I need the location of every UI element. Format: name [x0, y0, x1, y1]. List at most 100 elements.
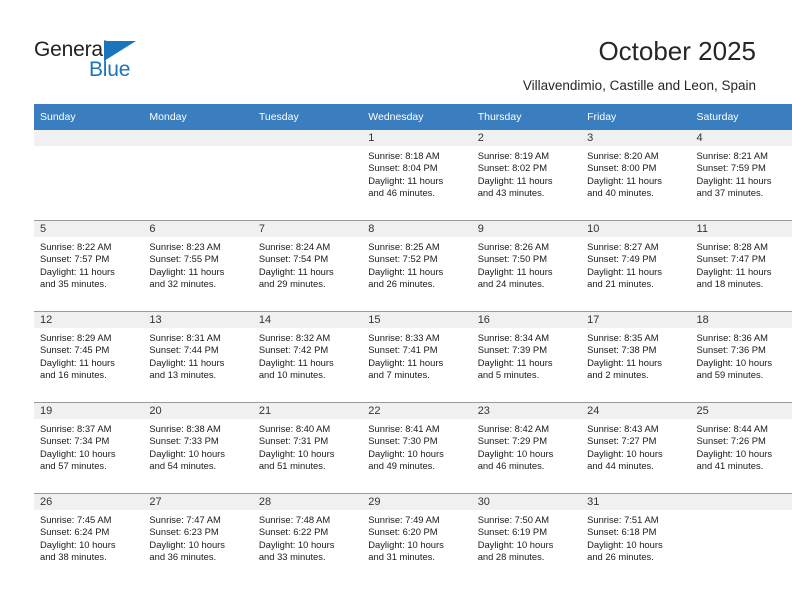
sunrise-text: Sunrise: 8:22 AM: [40, 241, 112, 252]
day-cell[interactable]: 9 Sunrise: 8:26 AM Sunset: 7:50 PM Dayli…: [471, 220, 582, 312]
day-details: Sunrise: 8:40 AM Sunset: 7:31 PM Dayligh…: [253, 419, 362, 473]
daylight-text-line2: and 37 minutes.: [696, 187, 764, 199]
page-title: October 2025: [598, 36, 756, 66]
sunset-text: Sunset: 7:54 PM: [258, 253, 329, 265]
sunrise-text: Sunrise: 8:29 AM: [40, 332, 112, 343]
daylight-text-line2: and 36 minutes.: [149, 551, 217, 563]
sunrise-text: Sunrise: 8:42 AM: [477, 423, 550, 434]
day-details: Sunrise: 8:18 AM Sunset: 8:04 PM Dayligh…: [362, 146, 471, 200]
daylight-text-line1: Daylight: 11 hours: [368, 265, 444, 277]
day-cell[interactable]: 27 Sunrise: 7:47 AM Sunset: 6:23 PM Dayl…: [143, 493, 253, 584]
sunrise-text: Sunrise: 8:19 AM: [477, 150, 550, 161]
day-cell[interactable]: 17 Sunrise: 8:35 AM Sunset: 7:38 PM Dayl…: [581, 311, 691, 403]
day-cell[interactable]: 31 Sunrise: 7:51 AM Sunset: 6:18 PM Dayl…: [581, 493, 691, 584]
daylight-text-line1: Daylight: 11 hours: [368, 356, 444, 368]
daylight-text-line2: and 7 minutes.: [368, 369, 430, 381]
sunrise-text: Sunrise: 8:28 AM: [696, 241, 768, 252]
sunset-text: Sunset: 7:44 PM: [149, 344, 219, 356]
sunset-text: Sunset: 7:57 PM: [40, 253, 110, 265]
day-cell[interactable]: 13 Sunrise: 8:31 AM Sunset: 7:44 PM Dayl…: [143, 311, 253, 403]
sunset-text: Sunset: 6:24 PM: [40, 526, 110, 538]
day-cell[interactable]: 2 Sunrise: 8:19 AM Sunset: 8:02 PM Dayli…: [471, 130, 582, 221]
daylight-text-line2: and 21 minutes.: [587, 278, 654, 290]
weekday-header-friday: Friday: [581, 104, 691, 130]
sunrise-text: Sunrise: 8:38 AM: [149, 423, 221, 434]
sunrise-text: Sunrise: 8:37 AM: [40, 423, 112, 434]
day-number: 30: [471, 494, 582, 510]
day-cell[interactable]: 4 Sunrise: 8:21 AM Sunset: 7:59 PM Dayli…: [690, 130, 792, 221]
daylight-text-line1: Daylight: 11 hours: [258, 356, 334, 368]
day-details: Sunrise: 8:28 AM Sunset: 7:47 PM Dayligh…: [691, 237, 792, 291]
day-cell[interactable]: 22 Sunrise: 8:41 AM Sunset: 7:30 PM Dayl…: [362, 402, 472, 494]
day-cell[interactable]: 18 Sunrise: 8:36 AM Sunset: 7:36 PM Dayl…: [690, 311, 792, 403]
day-cell[interactable]: 12 Sunrise: 8:29 AM Sunset: 7:45 PM Dayl…: [34, 311, 144, 403]
daylight-text-line1: Daylight: 10 hours: [149, 447, 225, 459]
day-cell[interactable]: 26 Sunrise: 7:45 AM Sunset: 6:24 PM Dayl…: [34, 493, 144, 584]
weekday-header-tuesday: Tuesday: [252, 104, 363, 130]
daylight-text-line1: Daylight: 11 hours: [368, 174, 444, 186]
week-row: 5 Sunrise: 8:22 AM Sunset: 7:57 PM Dayli…: [34, 220, 792, 312]
sunset-text: Sunset: 6:18 PM: [587, 526, 657, 538]
calendar-table: Sunday Monday Tuesday Wednesday Thursday…: [34, 104, 792, 584]
day-cell[interactable]: 23 Sunrise: 8:42 AM Sunset: 7:29 PM Dayl…: [471, 402, 582, 494]
day-cell[interactable]: 14 Sunrise: 8:32 AM Sunset: 7:42 PM Dayl…: [252, 311, 363, 403]
day-number: [690, 494, 792, 510]
day-cell[interactable]: 10 Sunrise: 8:27 AM Sunset: 7:49 PM Dayl…: [581, 220, 691, 312]
day-cell[interactable]: 8 Sunrise: 8:25 AM Sunset: 7:52 PM Dayli…: [362, 220, 472, 312]
week-row: 12 Sunrise: 8:29 AM Sunset: 7:45 PM Dayl…: [34, 311, 792, 403]
day-details: Sunrise: 8:37 AM Sunset: 7:34 PM Dayligh…: [34, 419, 143, 473]
calendar-page: General Blue October 2025 Villavendimio,…: [0, 0, 792, 612]
day-details: Sunrise: 8:34 AM Sunset: 7:39 PM Dayligh…: [472, 328, 581, 382]
sunrise-text: Sunrise: 7:47 AM: [149, 514, 221, 525]
day-number: 7: [252, 221, 363, 237]
sunrise-text: Sunrise: 7:45 AM: [40, 514, 112, 525]
day-cell-empty: [143, 130, 253, 221]
day-cell[interactable]: 15 Sunrise: 8:33 AM Sunset: 7:41 PM Dayl…: [362, 311, 472, 403]
page-subtitle: Villavendimio, Castille and Leon, Spain: [522, 78, 756, 93]
day-cell[interactable]: 3 Sunrise: 8:20 AM Sunset: 8:00 PM Dayli…: [581, 130, 691, 221]
day-cell[interactable]: 11 Sunrise: 8:28 AM Sunset: 7:47 PM Dayl…: [690, 220, 792, 312]
day-number: 13: [143, 312, 253, 328]
day-cell[interactable]: 28 Sunrise: 7:48 AM Sunset: 6:22 PM Dayl…: [252, 493, 363, 584]
day-cell[interactable]: 5 Sunrise: 8:22 AM Sunset: 7:57 PM Dayli…: [34, 220, 144, 312]
weekday-header-saturday: Saturday: [690, 104, 792, 130]
day-cell[interactable]: 29 Sunrise: 7:49 AM Sunset: 6:20 PM Dayl…: [362, 493, 472, 584]
general-blue-logo[interactable]: General Blue: [34, 38, 164, 84]
sunset-text: Sunset: 7:33 PM: [149, 435, 219, 447]
day-details: Sunrise: 8:41 AM Sunset: 7:30 PM Dayligh…: [362, 419, 471, 473]
daylight-text-line1: Daylight: 11 hours: [477, 356, 553, 368]
daylight-text-line1: Daylight: 10 hours: [40, 538, 116, 550]
daylight-text-line1: Daylight: 11 hours: [40, 356, 115, 368]
day-details: Sunrise: 8:20 AM Sunset: 8:00 PM Dayligh…: [581, 146, 690, 200]
daylight-text-line1: Daylight: 10 hours: [696, 447, 773, 459]
sunrise-text: Sunrise: 8:41 AM: [368, 423, 440, 434]
day-cell[interactable]: 25 Sunrise: 8:44 AM Sunset: 7:26 PM Dayl…: [690, 402, 792, 494]
day-details: Sunrise: 8:25 AM Sunset: 7:52 PM Dayligh…: [362, 237, 471, 291]
day-cell[interactable]: 6 Sunrise: 8:23 AM Sunset: 7:55 PM Dayli…: [143, 220, 253, 312]
day-details: Sunrise: 8:24 AM Sunset: 7:54 PM Dayligh…: [253, 237, 362, 291]
day-number: 3: [581, 130, 691, 146]
daylight-text-line1: Daylight: 11 hours: [149, 356, 225, 368]
calendar-grid: Sunday Monday Tuesday Wednesday Thursday…: [34, 104, 792, 584]
day-cell[interactable]: 30 Sunrise: 7:50 AM Sunset: 6:19 PM Dayl…: [471, 493, 582, 584]
daylight-text-line1: Daylight: 10 hours: [258, 447, 335, 459]
day-cell[interactable]: 16 Sunrise: 8:34 AM Sunset: 7:39 PM Dayl…: [471, 311, 582, 403]
sunset-text: Sunset: 7:31 PM: [258, 435, 329, 447]
day-details: Sunrise: 8:27 AM Sunset: 7:49 PM Dayligh…: [581, 237, 690, 291]
day-cell[interactable]: 24 Sunrise: 8:43 AM Sunset: 7:27 PM Dayl…: [581, 402, 691, 494]
day-details: Sunrise: 8:23 AM Sunset: 7:55 PM Dayligh…: [143, 237, 252, 291]
daylight-text-line2: and 51 minutes.: [258, 460, 326, 472]
day-number: 29: [362, 494, 472, 510]
daylight-text-line2: and 54 minutes.: [149, 460, 217, 472]
day-cell[interactable]: 7 Sunrise: 8:24 AM Sunset: 7:54 PM Dayli…: [252, 220, 363, 312]
day-details: Sunrise: 8:21 AM Sunset: 7:59 PM Dayligh…: [691, 146, 792, 200]
daylight-text-line1: Daylight: 11 hours: [477, 174, 553, 186]
day-cell[interactable]: 20 Sunrise: 8:38 AM Sunset: 7:33 PM Dayl…: [143, 402, 253, 494]
day-cell[interactable]: 21 Sunrise: 8:40 AM Sunset: 7:31 PM Dayl…: [252, 402, 363, 494]
day-number: 26: [34, 494, 144, 510]
day-cell[interactable]: 1 Sunrise: 8:18 AM Sunset: 8:04 PM Dayli…: [362, 130, 472, 221]
weekday-header-monday: Monday: [143, 104, 253, 130]
day-number: 22: [362, 403, 472, 419]
day-number: 2: [471, 130, 582, 146]
day-cell[interactable]: 19 Sunrise: 8:37 AM Sunset: 7:34 PM Dayl…: [34, 402, 144, 494]
